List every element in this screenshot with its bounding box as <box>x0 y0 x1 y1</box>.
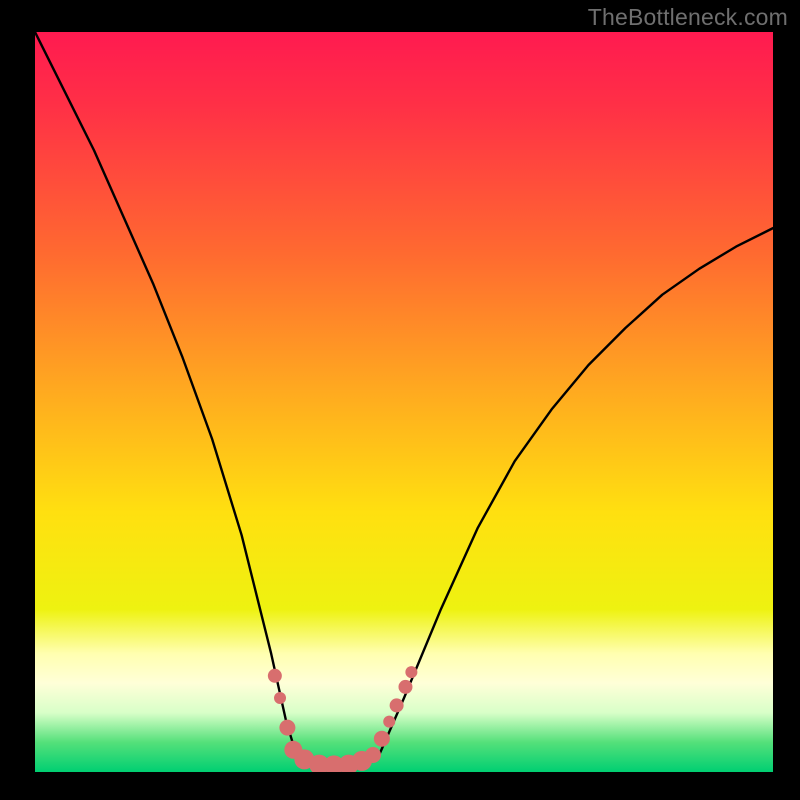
watermark-text: TheBottleneck.com <box>588 4 788 31</box>
marker-dot <box>279 720 295 736</box>
marker-dot <box>374 731 390 747</box>
marker-dot <box>405 666 417 678</box>
marker-dot <box>365 747 381 763</box>
chart-frame: TheBottleneck.com <box>0 0 800 800</box>
marker-dot <box>390 698 404 712</box>
marker-dot <box>383 716 395 728</box>
marker-dot <box>268 669 282 683</box>
marker-dot <box>398 680 412 694</box>
plot-background <box>35 32 773 772</box>
bottleneck-chart <box>0 0 800 800</box>
marker-dot <box>274 692 286 704</box>
